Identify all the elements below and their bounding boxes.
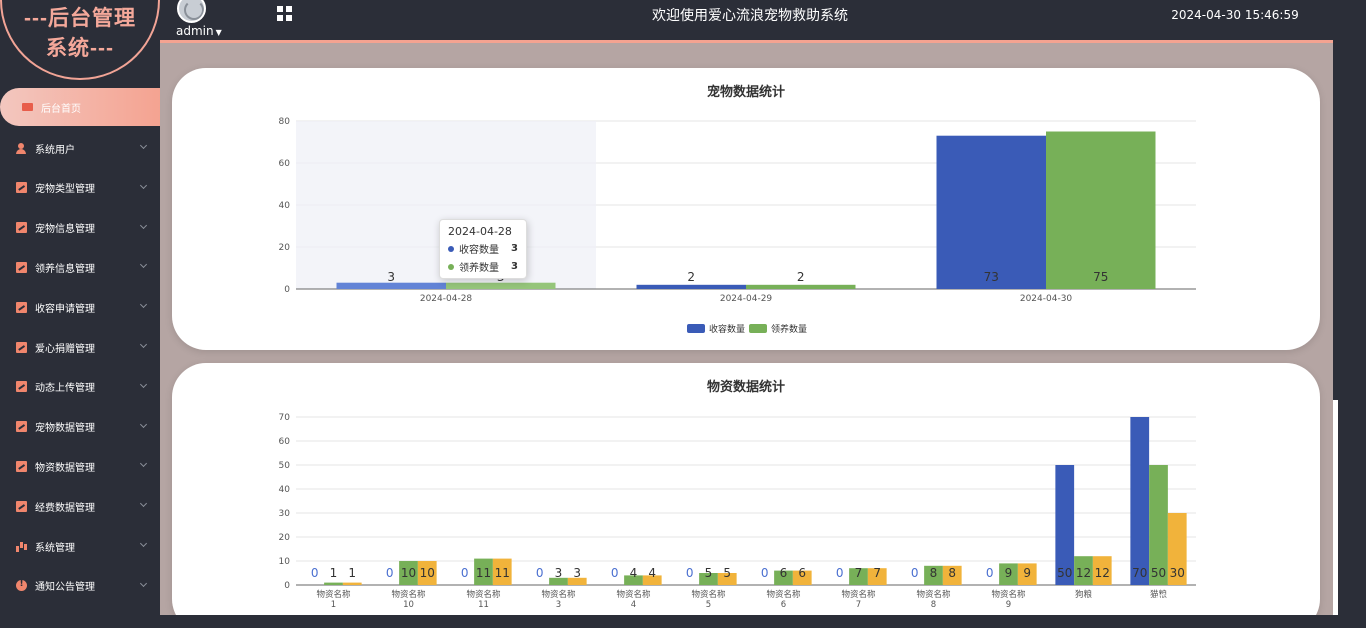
sidebar-item-label: 领养信息管理: [35, 263, 95, 275]
sidebar-item-label: 物资数据管理: [35, 462, 95, 474]
chevron-down-icon: [139, 500, 148, 508]
tooltip-value: 3: [511, 261, 518, 272]
user-menu[interactable]: admin ▼: [176, 24, 222, 38]
sidebar-item-label: 收容申请管理: [35, 303, 95, 315]
sidebar-item-label: 宠物信息管理: [35, 224, 95, 236]
logo: ---后台管理 系统---: [0, 4, 160, 64]
sidebar-item-label: 宠物数据管理: [35, 423, 95, 435]
sidebar-item-label: 经费数据管理: [35, 502, 95, 514]
user-name: admin: [176, 24, 214, 38]
bar-chart-icon: [16, 541, 27, 552]
pet-chart-title: 宠物数据统计: [706, 85, 785, 100]
sidebar-item-5[interactable]: 收容申请管理: [0, 287, 160, 327]
sidebar-item-7[interactable]: 动态上传管理: [0, 367, 160, 407]
pet-stats-card: 宠物数据统计: [172, 68, 1320, 350]
app-root: ---后台管理 系统--- admin ▼ 欢迎使用爱心流浪宠物救助系统 2024…: [0, 0, 1366, 628]
chart-icon: [16, 341, 27, 353]
chevron-down-icon: [139, 221, 148, 229]
sidebar-item-label: 后台首页: [41, 103, 81, 115]
chart-icon: [16, 301, 27, 313]
chart-icon: [16, 182, 27, 194]
chart-icon: [16, 421, 27, 433]
sidebar: 后台首页系统用户宠物类型管理 宠物信息管理 领养信息管理 收容申请管理 爱心捐赠管理 动态…: [0, 80, 160, 628]
supply-stats-card: 物资数据统计: [172, 363, 1320, 615]
scrollbar-thumb[interactable]: [1333, 400, 1338, 615]
chevron-down-icon: [139, 420, 148, 428]
sidebar-item-label: 系统用户: [35, 144, 75, 156]
chevron-down-icon: [139, 301, 148, 309]
chevron-down-icon: [139, 460, 148, 468]
chart-icon: [16, 500, 27, 512]
sidebar-item-label: 宠物类型管理: [35, 184, 95, 196]
supply-chart-title: 物资数据统计: [706, 380, 785, 395]
tooltip-date: 2024-04-28: [448, 225, 512, 238]
user-icon: [16, 142, 27, 154]
logo-text-line2: 系统---: [46, 37, 114, 60]
top-bar: ---后台管理 系统--- admin ▼ 欢迎使用爱心流浪宠物救助系统 2024…: [0, 0, 1366, 80]
chevron-down-icon: [139, 141, 148, 150]
chevron-down-icon: [139, 539, 148, 548]
main-content: 宠物数据统计 物资数据统计: [160, 40, 1338, 615]
sidebar-item-4[interactable]: 领养信息管理: [0, 247, 160, 287]
tooltip-row-intake: 收容数量 3: [448, 241, 518, 256]
monitor-icon: [22, 103, 33, 111]
legend-dot-icon: [448, 263, 454, 270]
avatar[interactable]: [177, 0, 206, 23]
system-title: 欢迎使用爱心流浪宠物救助系统: [652, 8, 848, 24]
tooltip-label: 收容数量: [459, 245, 499, 256]
sidebar-item-label: 爱心捐赠管理: [35, 343, 95, 355]
sidebar-item-label: 系统管理: [35, 542, 75, 554]
sidebar-item-0[interactable]: 后台首页: [0, 88, 160, 126]
sidebar-item-6[interactable]: 爱心捐赠管理: [0, 327, 160, 367]
legend-dot-icon: [448, 245, 454, 252]
sidebar-item-3[interactable]: 宠物信息管理: [0, 208, 160, 248]
chart-icon: [16, 261, 27, 273]
watermark: CSDN @Vxin_CXSJ881: [1093, 590, 1304, 612]
sidebar-item-1[interactable]: 系统用户: [0, 128, 160, 168]
tooltip-value: 3: [511, 243, 518, 254]
sidebar-item-9[interactable]: 物资数据管理: [0, 446, 160, 486]
chart-tooltip: 2024-04-28 收容数量 3 领养数量 3: [439, 219, 527, 279]
chevron-down-icon: [139, 380, 148, 388]
sidebar-item-2[interactable]: 宠物类型管理: [0, 168, 160, 208]
sidebar-item-8[interactable]: 宠物数据管理: [0, 407, 160, 447]
sidebar-item-11[interactable]: 系统管理: [0, 526, 160, 566]
chart-icon: [16, 460, 27, 472]
chart-icon: [16, 222, 27, 234]
sidebar-item-label: 通知公告管理: [35, 582, 95, 594]
chart-icon: [16, 381, 27, 393]
grid-menu-icon[interactable]: [277, 6, 292, 21]
tooltip-row-adopt: 领养数量 3: [448, 259, 518, 274]
datetime: 2024-04-30 15:46:59: [1171, 8, 1299, 22]
chevron-down-icon: [139, 340, 148, 349]
sidebar-item-10[interactable]: 经费数据管理: [0, 486, 160, 526]
sidebar-item-12[interactable]: 通知公告管理: [0, 566, 160, 606]
sidebar-item-label: 动态上传管理: [35, 383, 95, 395]
info-icon: [16, 579, 27, 592]
chevron-down-icon: [139, 261, 148, 269]
chevron-down-icon: [139, 579, 148, 587]
logo-text-line1: ---后台管理: [24, 7, 136, 30]
tooltip-label: 领养数量: [459, 263, 499, 274]
chevron-down-icon: [139, 181, 148, 189]
caret-down-icon: ▼: [215, 28, 222, 37]
